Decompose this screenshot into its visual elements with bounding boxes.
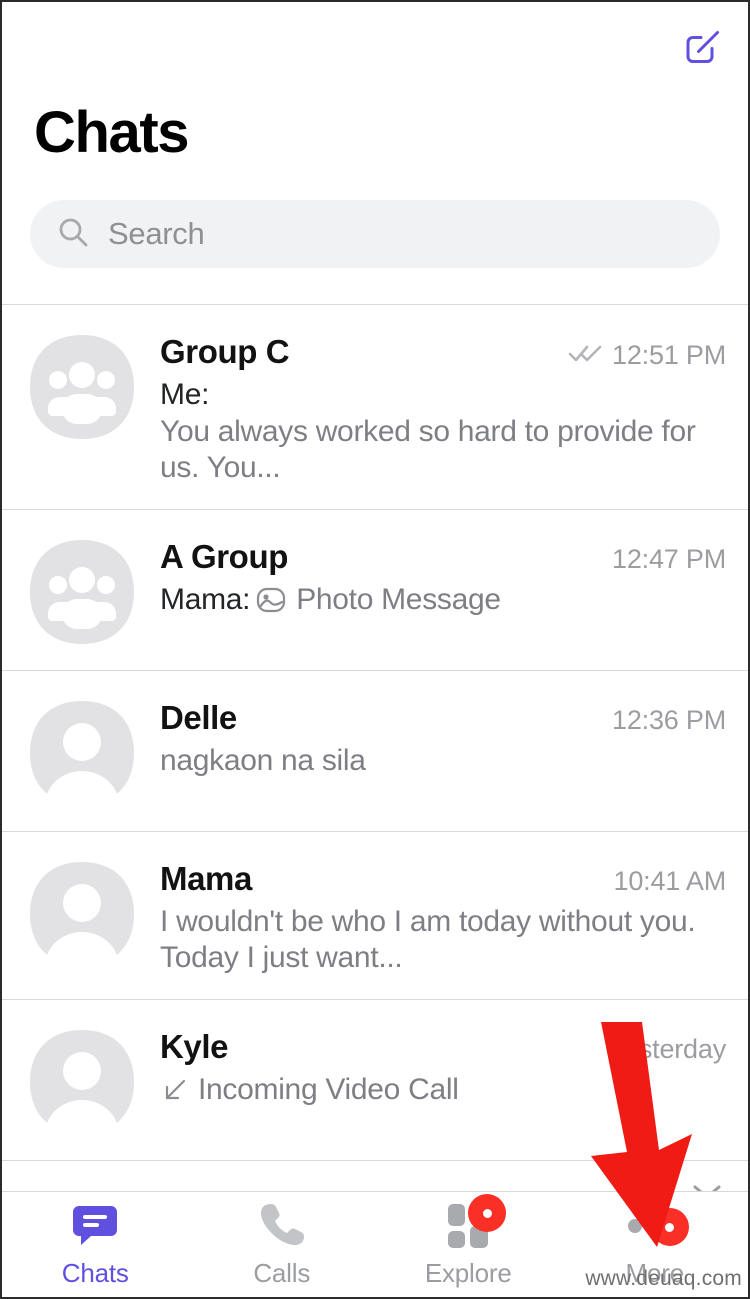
chat-time: 12:51 PM xyxy=(612,340,726,370)
chat-meta: Yesterday xyxy=(609,1032,726,1065)
chat-name: A Group xyxy=(160,537,288,575)
chat-meta: 10:41 AM xyxy=(613,864,727,897)
phone-icon xyxy=(256,1198,308,1255)
snippet-sender: Mama: xyxy=(160,582,251,616)
chat-row[interactable]: Mama 10:41 AM I wouldn't be who I am tod… xyxy=(2,830,748,999)
group-avatar xyxy=(26,331,138,443)
snippet-text: Incoming Video Call xyxy=(198,1072,459,1106)
chat-row[interactable]: Delle 12:36 PM nagkaon na sila xyxy=(2,669,748,831)
chat-snippet: I wouldn't be who I am today without you… xyxy=(160,904,726,977)
chat-meta: 12:36 PM xyxy=(612,703,726,736)
compose-icon xyxy=(681,25,723,72)
more-badge xyxy=(650,1208,689,1246)
search-placeholder: Search xyxy=(108,216,205,251)
page-title: Chats xyxy=(34,100,190,165)
chat-list: Group C 12:51 PM Me: You always worked s… xyxy=(2,304,748,1297)
chat-time: 10:41 AM xyxy=(613,865,727,896)
compose-button[interactable] xyxy=(678,24,726,72)
snippet-text: You always worked so hard to provide for… xyxy=(160,414,696,485)
snippet-text: nagkaon na sila xyxy=(160,743,366,777)
chat-snippet: Incoming Video Call xyxy=(160,1072,726,1109)
chat-row[interactable]: Kyle Yesterday Incoming Video Call xyxy=(2,998,748,1160)
incoming-call-arrow-icon xyxy=(160,1076,188,1104)
chat-snippet: Mama: Photo Message xyxy=(160,582,726,619)
chat-name: Kyle xyxy=(160,1027,229,1065)
chat-snippet: nagkaon na sila xyxy=(160,743,726,780)
chat-time: Yesterday xyxy=(608,1033,726,1064)
chat-time: 12:36 PM xyxy=(612,704,726,735)
chat-bubble-icon xyxy=(69,1198,121,1255)
nav-label-chats: Chats xyxy=(61,1258,129,1288)
snippet-sender: Me: xyxy=(160,378,210,411)
grid-icon xyxy=(444,1194,507,1250)
search-input[interactable]: Search xyxy=(30,200,720,268)
watermark: www.deuaq.com xyxy=(585,1267,742,1290)
person-avatar xyxy=(26,697,138,809)
chat-name: Delle xyxy=(160,698,237,736)
snippet-text: Photo Message xyxy=(296,582,501,616)
person-avatar xyxy=(26,1026,138,1138)
nav-tab-calls[interactable]: Calls xyxy=(189,1192,376,1297)
chat-name: Group C xyxy=(160,333,290,370)
dots-icon xyxy=(627,1208,689,1246)
chat-meta: 12:47 PM xyxy=(612,542,726,575)
nav-tab-explore[interactable]: Explore xyxy=(375,1192,562,1297)
search-container: Search xyxy=(2,162,748,268)
nav-label-explore: Explore xyxy=(424,1258,512,1288)
explore-badge xyxy=(468,1194,507,1232)
double-check-icon xyxy=(568,343,602,368)
chat-meta: 12:51 PM xyxy=(568,338,726,371)
search-icon xyxy=(56,215,90,254)
photo-icon xyxy=(256,585,286,615)
chat-snippet: Me: You always worked so hard to provide… xyxy=(160,377,726,487)
person-avatar xyxy=(26,858,138,970)
group-avatar xyxy=(26,536,138,648)
nav-tab-chats[interactable]: Chats xyxy=(2,1192,189,1297)
app-window: Chats Search Group C 12:51 PM Me: You al… xyxy=(0,0,750,1299)
chat-row[interactable]: A Group 12:47 PM Mama: Photo Message xyxy=(2,508,748,670)
chat-time: 12:47 PM xyxy=(612,543,726,574)
chat-row[interactable]: Group C 12:51 PM Me: You always worked s… xyxy=(2,304,748,509)
snippet-text: I wouldn't be who I am today without you… xyxy=(160,904,696,975)
chat-name: Mama xyxy=(160,859,252,897)
nav-label-calls: Calls xyxy=(253,1258,311,1288)
top-bar xyxy=(2,2,748,98)
